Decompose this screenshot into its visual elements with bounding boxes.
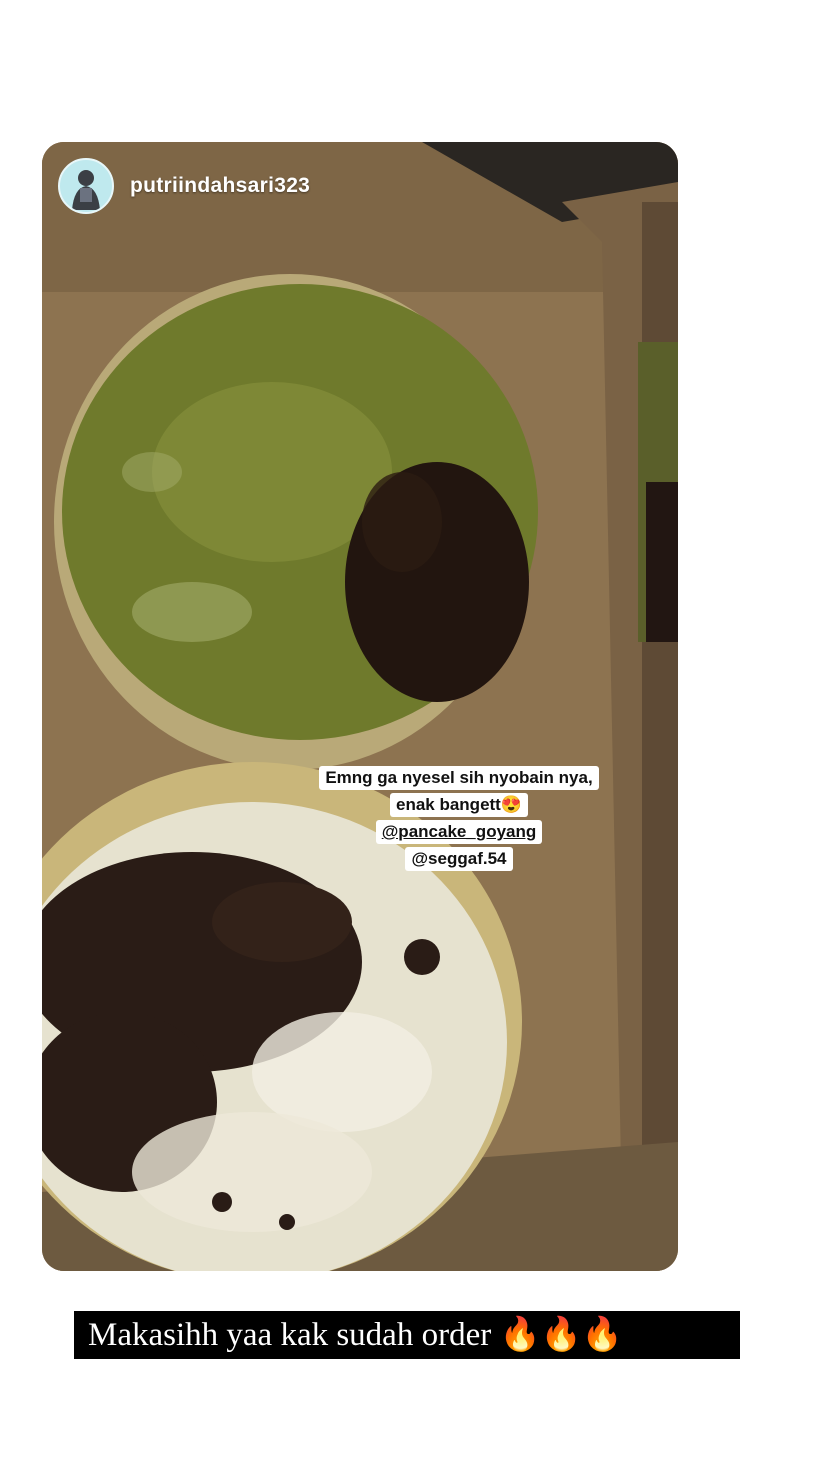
mention-link[interactable]: @pancake_goyang [375, 820, 543, 844]
story-card[interactable]: putriindahsari323 Emng ga nyesel sih nyo… [42, 142, 678, 1271]
username[interactable]: putriindahsari323 [130, 174, 310, 198]
text-sticker: Emng ga nyesel sih nyobain nya, enak ban… [300, 766, 618, 871]
sticker-line: enak bangett😍 [389, 793, 529, 817]
caption-banner: Makasihh yaa kak sudah order 🔥🔥🔥 [74, 1311, 740, 1359]
sticker-line: Emng ga nyesel sih nyobain nya, [319, 766, 599, 790]
mention-link[interactable]: @seggaf.54 [405, 847, 513, 871]
story-author[interactable]: putriindahsari323 [58, 158, 310, 214]
avatar[interactable] [58, 158, 114, 214]
story-photo [42, 142, 678, 1271]
